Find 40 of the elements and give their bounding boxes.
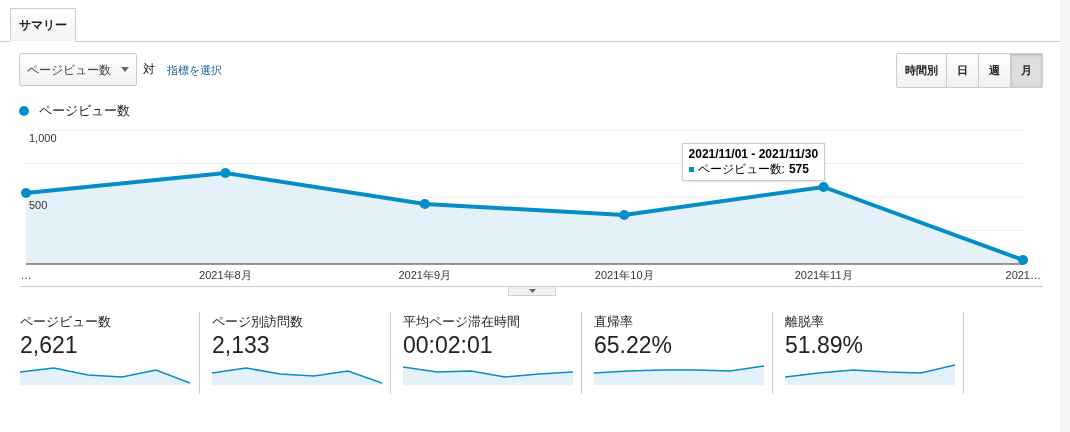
metric-label: 離脱率 (785, 312, 825, 331)
x-tick-label: 2021… (1005, 268, 1041, 281)
metric-label: 直帰率 (594, 312, 634, 331)
metric-value: 00:02:01 (403, 331, 494, 359)
granularity-button[interactable]: 週 (978, 54, 1010, 87)
metric-label: ページビュー数 (20, 312, 112, 331)
granularity-button[interactable]: 月 (1010, 54, 1042, 87)
granularity-button[interactable]: 時間別 (897, 54, 946, 87)
data-point[interactable] (21, 187, 31, 198)
y-tick-label: 1,000 (29, 131, 57, 144)
versus-label: 対 (143, 61, 155, 78)
metric-dropdown[interactable]: ページビュー数 (19, 53, 137, 86)
data-point[interactable] (818, 181, 829, 192)
tooltip-label: ページビュー数: (697, 161, 785, 177)
data-point[interactable] (1018, 254, 1028, 265)
metric-label: ページ別訪問数 (212, 312, 304, 331)
tab[interactable]: サマリー (10, 8, 76, 42)
tooltip-value: 575 (788, 161, 809, 177)
caret-icon (121, 67, 129, 72)
metric-value: 65.22% (594, 331, 673, 359)
data-point[interactable] (220, 167, 231, 178)
caret-icon (528, 288, 536, 293)
expand-handle[interactable] (508, 286, 556, 296)
legend-label: ページビュー数 (39, 102, 130, 120)
data-point[interactable] (619, 209, 630, 220)
granularity-button[interactable]: 日 (946, 54, 978, 87)
metric-value: 51.89% (785, 331, 864, 359)
x-tick-label: … (20, 268, 32, 281)
x-tick-label: 2021年8月 (199, 268, 252, 281)
x-tick-label: 2021年10月 (594, 268, 654, 281)
data-point[interactable] (419, 198, 430, 209)
x-tick-label: 2021年9月 (398, 268, 452, 281)
series-swatch-icon (688, 166, 694, 172)
y-tick-label: 500 (29, 198, 48, 211)
metric-value: 2,621 (20, 331, 79, 359)
metric-value: 2,133 (212, 331, 271, 359)
tooltip-title: 2021/11/01 - 2021/11/30 (688, 146, 819, 162)
select-metric-link[interactable]: 指標を選択 (167, 62, 222, 79)
x-tick-label: 2021年11月 (794, 268, 853, 281)
metric-label: 平均ページ滞在時間 (403, 312, 521, 331)
